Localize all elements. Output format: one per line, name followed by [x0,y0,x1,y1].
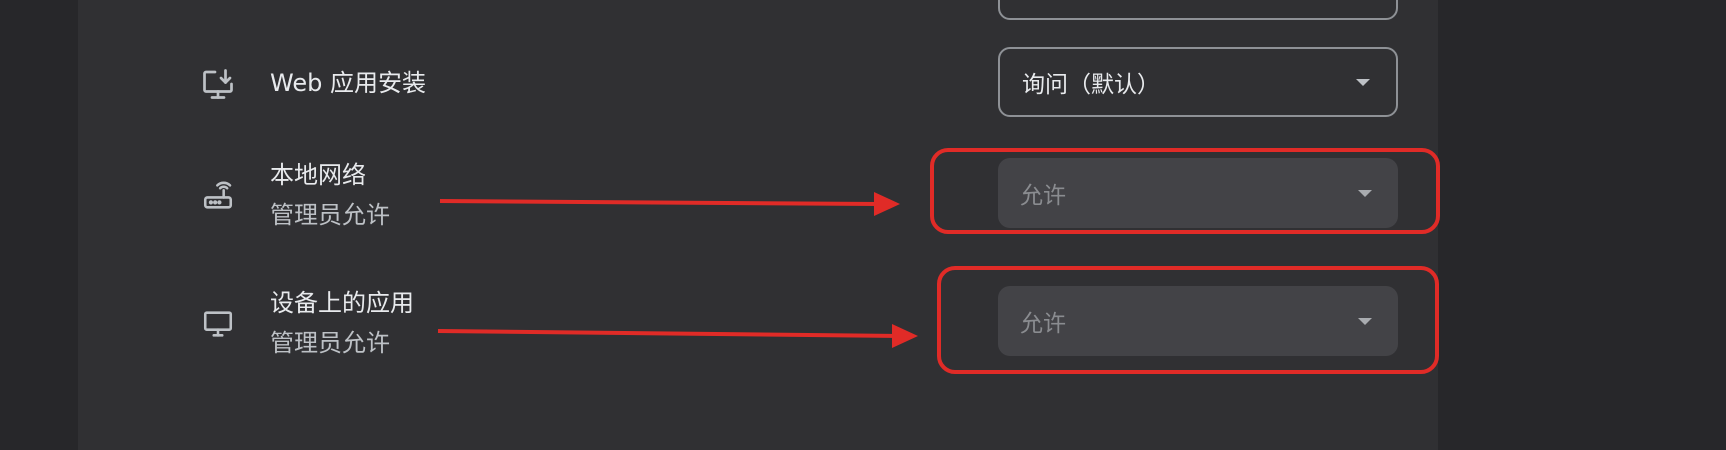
partial-row-icon [200,0,240,22]
settings-page: Web 应用安装 询问（默认） 本地网络 管理员允许 允许 设备上的应用 管理员… [0,0,1726,450]
highlight-box-device-apps [937,266,1439,374]
router-icon [198,176,238,216]
partial-row-select[interactable] [998,0,1398,20]
monitor-icon [198,304,238,344]
install-desktop-icon [198,64,238,104]
web-app-install-select[interactable]: 询问（默认） [998,47,1398,117]
web-app-install-select-value: 询问（默认） [1022,72,1160,98]
local-network-subtitle: 管理员允许 [270,201,390,229]
web-app-install-label: Web 应用安装 [270,69,426,97]
chevron-down-icon [1356,79,1370,86]
device-apps-label: 设备上的应用 [270,289,414,317]
local-network-label: 本地网络 [270,161,366,189]
device-apps-subtitle: 管理员允许 [270,329,390,357]
highlight-box-local-network [930,148,1440,234]
